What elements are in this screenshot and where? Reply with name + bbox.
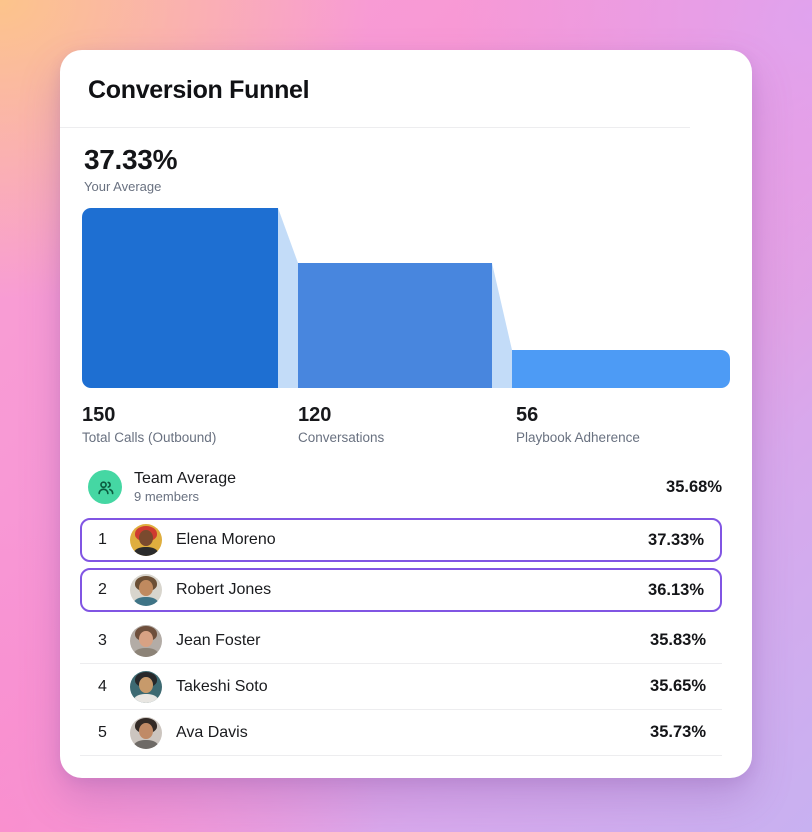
- leaderboard-row-robert-jones[interactable]: 2 Robert Jones 36.13%: [80, 568, 722, 612]
- member-value: 35.73%: [650, 723, 706, 742]
- rank-number: 5: [98, 724, 124, 742]
- avatar: [130, 524, 162, 556]
- avatar: [130, 717, 162, 749]
- team-average-name: Team Average: [134, 470, 236, 488]
- member-value: 35.83%: [650, 631, 706, 650]
- stage-label: Playbook Adherence: [516, 430, 640, 445]
- member-name: Takeshi Soto: [176, 678, 268, 696]
- stage-playbook-adherence: 56 Playbook Adherence: [516, 404, 640, 445]
- leaderboard-row-ava-davis[interactable]: 5 Ava Davis 35.73%: [80, 710, 722, 756]
- team-average-members: 9 members: [134, 489, 236, 504]
- member-name: Jean Foster: [176, 632, 260, 650]
- leaderboard-row-elena-moreno[interactable]: 1 Elena Moreno 37.33%: [80, 518, 722, 562]
- team-average-row[interactable]: Team Average 9 members 35.68%: [80, 462, 722, 512]
- stage-label: Total Calls (Outbound): [82, 430, 216, 445]
- stage-value: 56: [516, 404, 640, 427]
- stage-label: Conversations: [298, 430, 384, 445]
- member-value: 36.13%: [648, 581, 704, 600]
- header-divider: [60, 127, 690, 128]
- member-name: Elena Moreno: [176, 531, 276, 549]
- your-average-summary: 37.33% Your Average: [84, 144, 724, 194]
- stage-value: 120: [298, 404, 384, 427]
- avatar: [130, 625, 162, 657]
- member-value: 37.33%: [648, 531, 704, 550]
- conversion-funnel-card: Conversion Funnel 37.33% Your Average 15…: [60, 50, 752, 778]
- page-title: Conversion Funnel: [60, 50, 752, 105]
- funnel-chart: [82, 208, 730, 388]
- team-average-text: Team Average 9 members: [134, 470, 236, 504]
- rank-number: 3: [98, 632, 124, 650]
- team-average-value: 35.68%: [666, 478, 722, 497]
- stage-value: 150: [82, 404, 216, 427]
- leaderboard: Team Average 9 members 35.68% 1 Elena Mo…: [80, 462, 722, 756]
- member-name: Robert Jones: [176, 581, 271, 599]
- member-name: Ava Davis: [176, 724, 248, 742]
- rank-number: 2: [98, 581, 124, 599]
- avatar: [130, 671, 162, 703]
- your-average-value: 37.33%: [84, 144, 724, 176]
- leaderboard-row-takeshi-soto[interactable]: 4 Takeshi Soto 35.65%: [80, 664, 722, 710]
- stage-conversations: 120 Conversations: [298, 404, 384, 445]
- rank-number: 1: [98, 531, 124, 549]
- avatar: [130, 574, 162, 606]
- funnel-stage-labels: 150 Total Calls (Outbound) 120 Conversat…: [82, 404, 730, 450]
- member-value: 35.65%: [650, 677, 706, 696]
- funnel-chart-wrap: [82, 208, 730, 388]
- rank-number: 4: [98, 678, 124, 696]
- team-members-icon: [88, 470, 122, 504]
- leaderboard-row-jean-foster[interactable]: 3 Jean Foster 35.83%: [80, 618, 722, 664]
- your-average-label: Your Average: [84, 179, 724, 194]
- stage-total-calls: 150 Total Calls (Outbound): [82, 404, 216, 445]
